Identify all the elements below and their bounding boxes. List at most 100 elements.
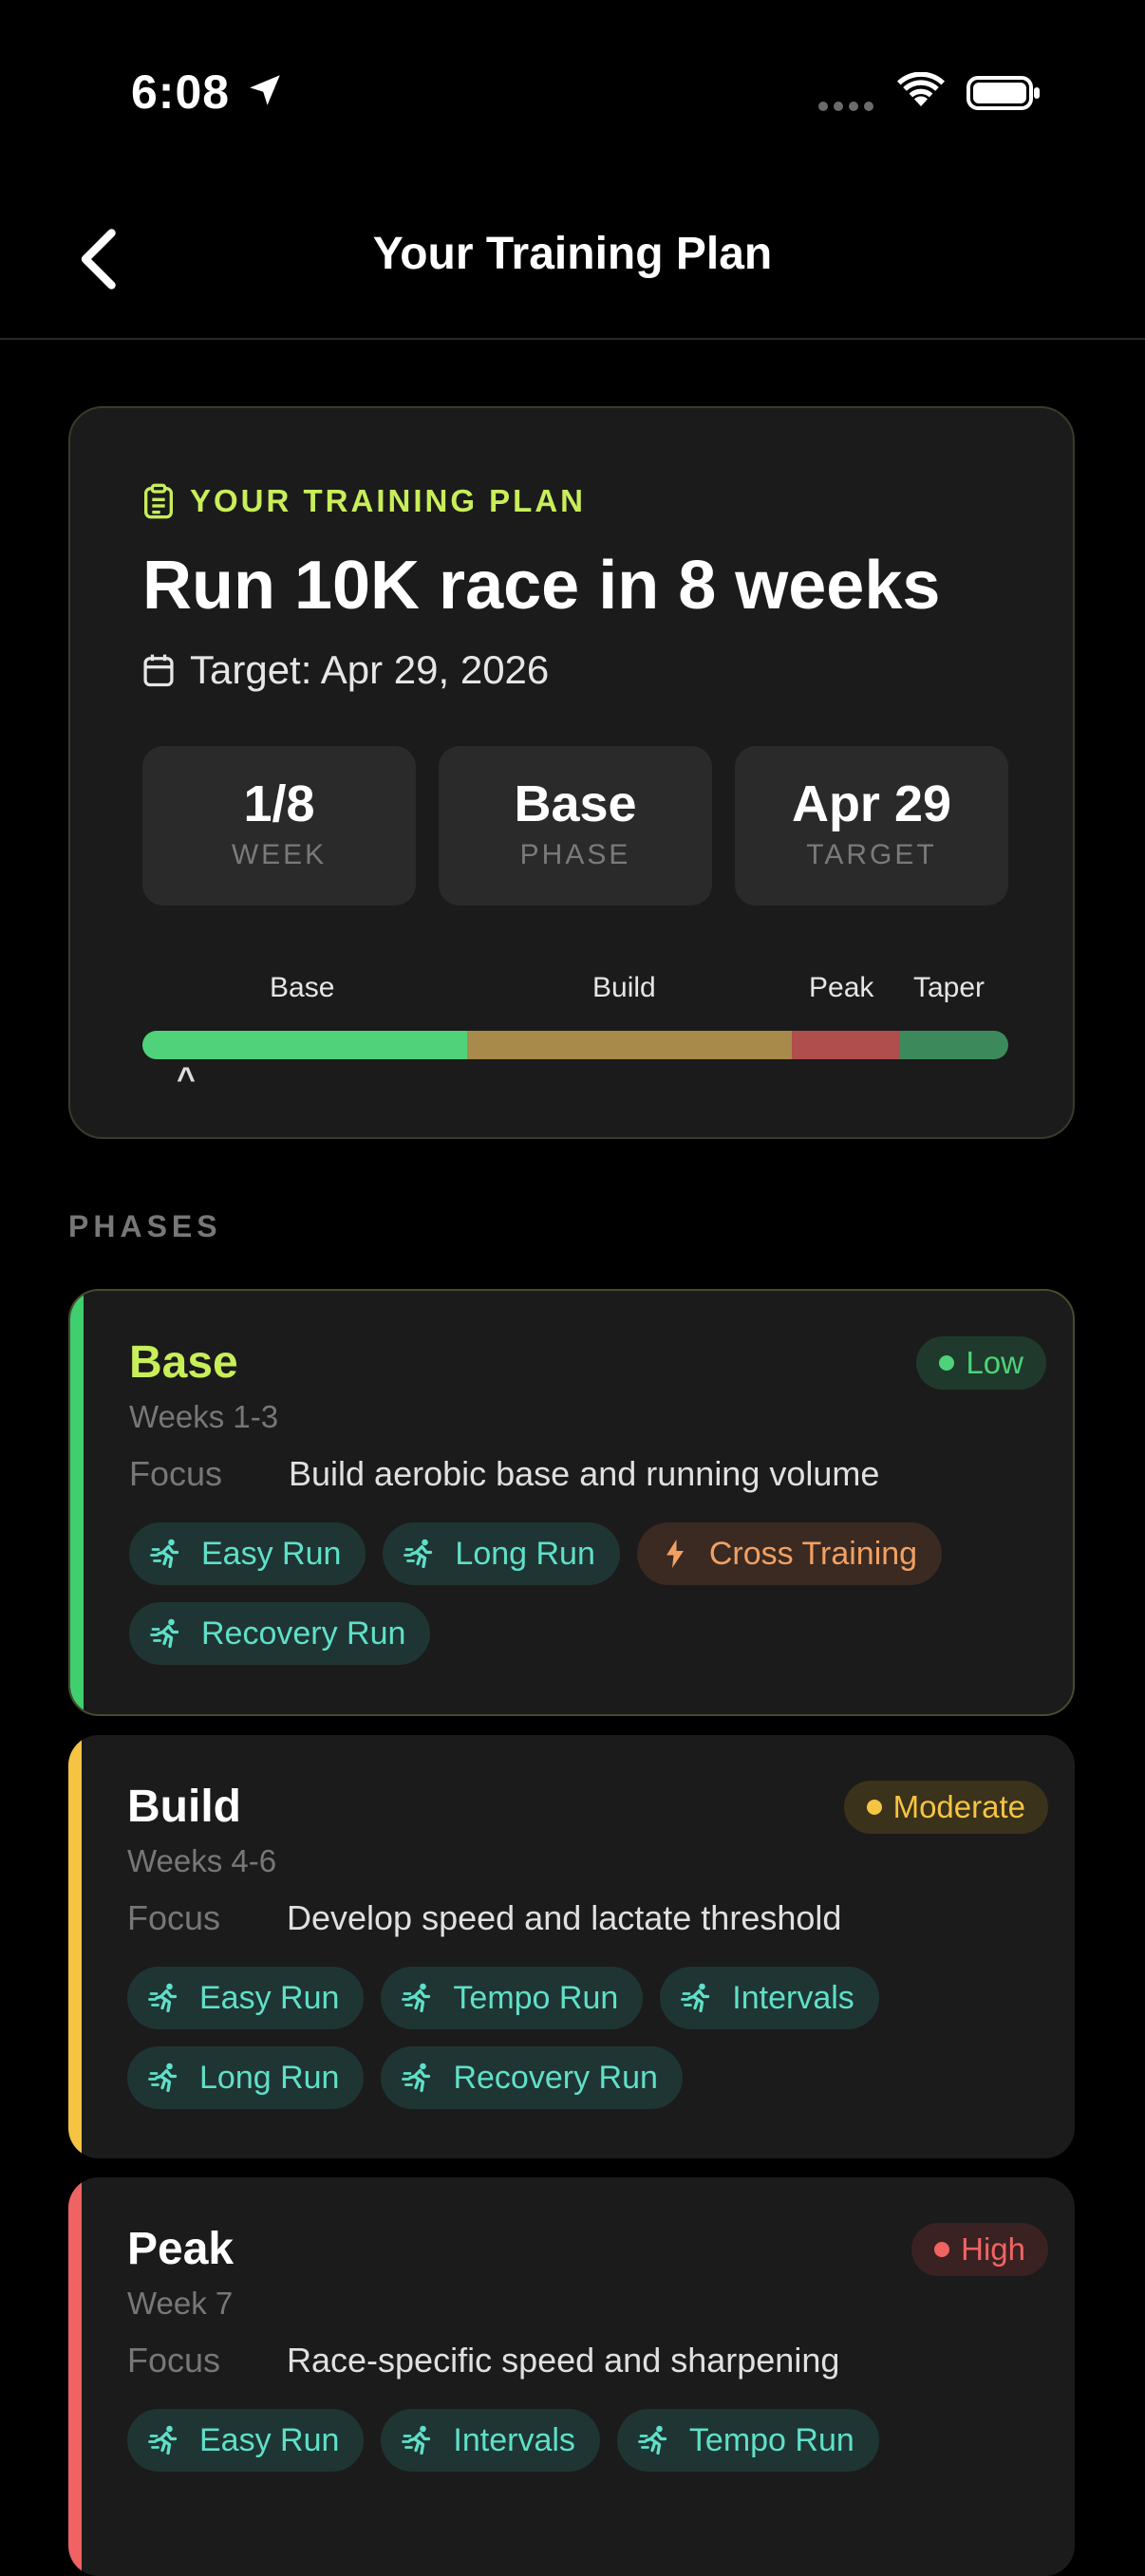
phase-accent-stripe [70, 1291, 84, 1714]
workout-tag-label: Recovery Run [453, 2059, 658, 2096]
status-time: 6:08 [131, 65, 231, 119]
page-title: Your Training Plan [372, 229, 773, 279]
stat-value: 1/8 [243, 775, 315, 832]
stat-phase: Base PHASE [439, 746, 712, 905]
timeline-label-taper: Taper [913, 972, 985, 1003]
stat-week: 1/8 WEEK [142, 746, 416, 905]
stat-value: Base [514, 775, 637, 832]
battery-icon [967, 76, 1040, 110]
focus-label: Focus [127, 2341, 221, 2380]
plan-kicker-label: YOUR TRAINING PLAN [190, 483, 586, 518]
phase-accent-stripe [68, 2177, 82, 2576]
phase-focus: Focus Race-specific speed and sharpening [127, 2341, 839, 2380]
stat-label: PHASE [519, 839, 631, 870]
timeline-label-base: Base [270, 972, 335, 1003]
phase-card-build[interactable]: Build Weeks 4-6 Focus Develop speed and lac… [68, 1735, 1075, 2158]
phase-weeks: Weeks 1-3 [129, 1399, 279, 1434]
workout-tag-label: Long Run [455, 1535, 595, 1572]
phase-accent-stripe [68, 1735, 82, 2158]
workout-tag[interactable]: Long Run [127, 2046, 365, 2109]
clipboard-icon [144, 483, 173, 519]
running-icon [150, 1615, 201, 1652]
running-icon [402, 1980, 453, 2016]
workout-tag-label: Tempo Run [688, 2421, 854, 2458]
plan-stats: 1/8 WEEK Base PHASE Apr 29 TARGET [142, 746, 1008, 905]
phase-focus: Focus Develop speed and lactate threshold [127, 1898, 841, 1938]
plan-target-label: Target: Apr 29, 2026 [190, 647, 550, 692]
focus-label: Focus [127, 1898, 221, 1937]
workout-tag[interactable]: Easy Run [127, 2409, 365, 2472]
timeline-label-build: Build [592, 972, 656, 1003]
status-bar: 6:08 [0, 0, 1145, 180]
intensity-dot-icon [866, 1800, 882, 1815]
calendar-icon [143, 654, 174, 687]
plan-summary-card: YOUR TRAINING PLAN Run 10K race in 8 wee… [68, 406, 1075, 1139]
intensity-label: Moderate [892, 1789, 1025, 1824]
plan-target: Target: Apr 29, 2026 [142, 647, 549, 693]
running-icon [638, 2422, 689, 2458]
workout-tag[interactable]: Recovery Run [381, 2046, 683, 2109]
running-icon [148, 2060, 199, 2096]
intensity-dot-icon [939, 1355, 955, 1371]
timeline-segment-taper [900, 1031, 1008, 1059]
running-icon [402, 2060, 453, 2096]
workout-tag[interactable]: Recovery Run [129, 1602, 431, 1665]
workout-tag-label: Intervals [453, 2421, 575, 2458]
signal-dots-icon [818, 99, 879, 116]
location-arrow-icon [250, 75, 280, 105]
phase-card-base[interactable]: Base Weeks 1-3 Focus Build aerobic base and… [68, 1289, 1075, 1716]
running-icon [404, 1536, 455, 1572]
focus-label: Focus [129, 1454, 223, 1493]
intensity-dot-icon [934, 2242, 950, 2257]
stat-label: TARGET [806, 839, 937, 870]
phase-weeks: Weeks 4-6 [127, 1843, 277, 1878]
workout-tag-label: Tempo Run [453, 1979, 619, 2016]
timeline-segment-build [467, 1031, 792, 1059]
phase-card-peak[interactable]: Peak Week 7 Focus Race-specific speed and s… [68, 2177, 1075, 2576]
workout-tag[interactable]: Cross Training [636, 1522, 943, 1585]
focus-text: Build aerobic base and running volume [289, 1454, 880, 1493]
workout-tags: Easy Run Tempo Run Intervals Long Run Recove… [127, 1967, 1039, 2109]
timeline-labels: Base Build Peak Taper [142, 972, 1008, 1010]
stat-target: Apr 29 TARGET [735, 746, 1008, 905]
workout-tag-label: Recovery Run [201, 1615, 406, 1652]
workout-tags: Easy Run Long Run Cross Training Recovery R… [129, 1522, 1041, 1665]
workout-tag-label: Easy Run [199, 1979, 340, 2016]
workout-tag[interactable]: Easy Run [129, 1522, 366, 1585]
intensity-badge: Moderate [843, 1781, 1048, 1834]
intensity-label: High [961, 2231, 1025, 2267]
timeline-segment-base [142, 1031, 467, 1059]
timeline-bar [142, 1031, 1008, 1059]
workout-tag[interactable]: Long Run [383, 1522, 620, 1585]
workout-tag-label: Intervals [732, 1979, 854, 2016]
workout-tag[interactable]: Tempo Run [381, 1967, 644, 2029]
running-icon [150, 1536, 201, 1572]
running-icon [402, 2422, 453, 2458]
workout-tag[interactable]: Intervals [381, 2409, 600, 2472]
running-icon [148, 1980, 199, 2016]
phase-focus: Focus Build aerobic base and running volu… [129, 1454, 879, 1494]
phase-name: Build [127, 1782, 241, 1832]
timeline-segment-peak [792, 1031, 900, 1059]
stat-label: WEEK [231, 839, 328, 870]
workout-tag-label: Cross Training [708, 1535, 918, 1572]
plan-title: Run 10K race in 8 weeks [142, 548, 941, 624]
intensity-badge: Low [916, 1336, 1046, 1390]
phase-name: Base [129, 1337, 238, 1388]
intensity-badge: High [911, 2223, 1048, 2276]
phase-weeks: Week 7 [127, 2286, 234, 2321]
nav-header: Your Training Plan [0, 180, 1145, 340]
workout-tag-label: Easy Run [201, 1535, 342, 1572]
focus-text: Develop speed and lactate threshold [287, 1898, 842, 1937]
focus-text: Race-specific speed and sharpening [287, 2341, 840, 2380]
workout-tag[interactable]: Intervals [660, 1967, 879, 2029]
intensity-label: Low [966, 1345, 1023, 1380]
lightning-icon [658, 1536, 709, 1572]
workout-tag[interactable]: Tempo Run [616, 2409, 879, 2472]
plan-kicker: YOUR TRAINING PLAN [142, 482, 586, 520]
running-icon [148, 2422, 199, 2458]
workout-tag[interactable]: Easy Run [127, 1967, 365, 2029]
wifi-icon [897, 72, 945, 106]
phase-name: Peak [127, 2224, 235, 2274]
workout-tag-label: Long Run [199, 2059, 340, 2096]
